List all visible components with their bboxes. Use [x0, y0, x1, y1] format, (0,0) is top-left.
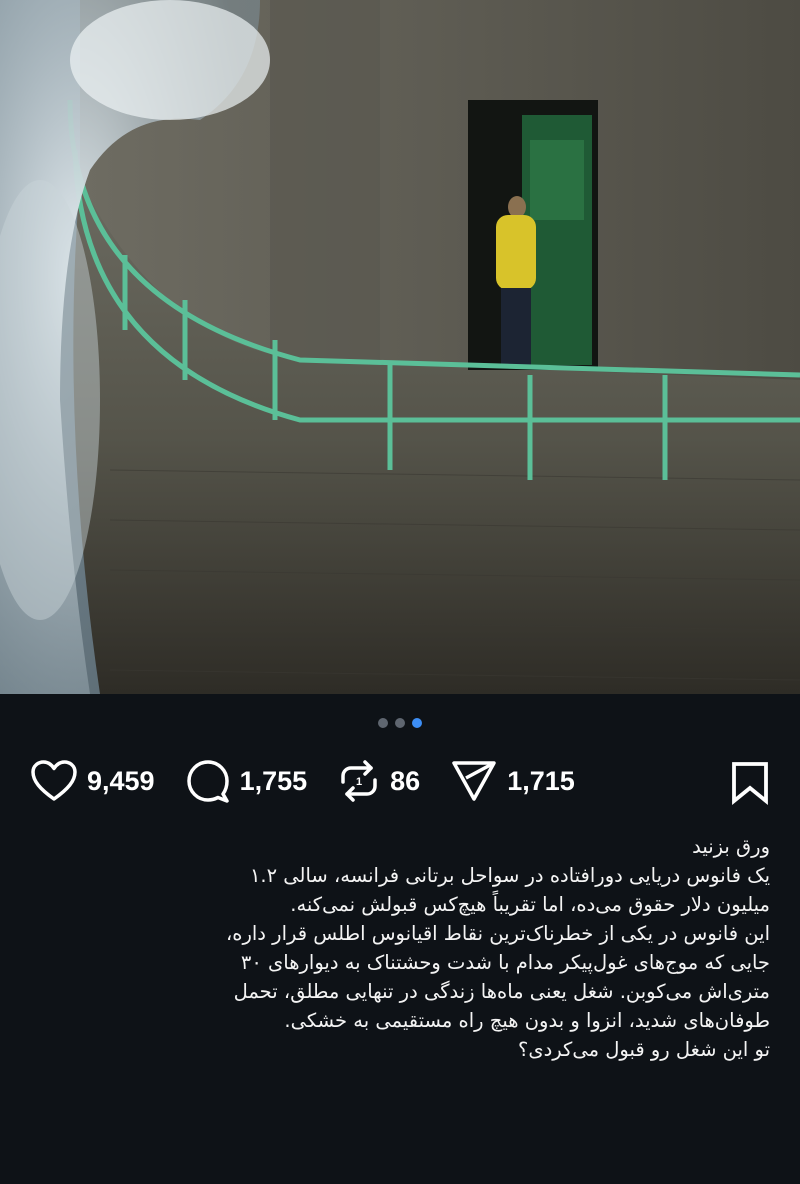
- carousel-dot: [378, 718, 388, 728]
- caption-line: طوفان‌های شدید، انزوا و بدون هیچ راه مست…: [284, 1009, 770, 1032]
- paper-plane-icon: [452, 761, 496, 801]
- carousel-dot-active: [412, 718, 422, 728]
- post-actions-bar: 9,459 1,755 1 86 1,715: [30, 756, 770, 806]
- caption-line: این فانوس در یکی از خطرناک‌ترین نقاط اقی…: [225, 922, 770, 945]
- post-caption: ورق بزنید یک فانوس دریایی دورافتاده در س…: [10, 832, 770, 1064]
- comment-button[interactable]: 1,755: [185, 758, 308, 804]
- like-button[interactable]: 9,459: [30, 759, 155, 803]
- caption-line: جایی که موج‌های غول‌پیکر مدام با شدت وحش…: [240, 951, 770, 974]
- carousel-indicator: [0, 718, 800, 728]
- like-count: 9,459: [87, 765, 155, 796]
- post-photo[interactable]: [0, 0, 800, 694]
- repost-button[interactable]: 1 86: [337, 758, 420, 804]
- caption-line: تو این شغل رو قبول می‌کردی؟: [517, 1038, 770, 1061]
- save-button[interactable]: [730, 761, 770, 809]
- heart-icon: [31, 760, 77, 801]
- repost-count: 86: [390, 765, 421, 796]
- svg-text:1: 1: [356, 776, 362, 788]
- repost-arrows-icon: 1: [341, 760, 377, 802]
- caption-line: متری‌اش می‌کوبن. شغل یعنی ماه‌ها زندگی د…: [233, 980, 770, 1003]
- share-button[interactable]: 1,715: [450, 758, 575, 804]
- carousel-dot: [395, 718, 405, 728]
- caption-line: ورق بزنید: [692, 835, 770, 858]
- share-count: 1,715: [507, 765, 575, 796]
- caption-line: میلیون دلار حقوق می‌ده، اما تقریباً هیچ‌…: [290, 893, 770, 916]
- caption-line: یک فانوس دریایی دورافتاده در سواحل برتان…: [249, 864, 770, 887]
- comment-bubble-icon: [186, 760, 229, 803]
- comment-count: 1,755: [239, 765, 308, 796]
- bookmark-icon: [732, 762, 768, 805]
